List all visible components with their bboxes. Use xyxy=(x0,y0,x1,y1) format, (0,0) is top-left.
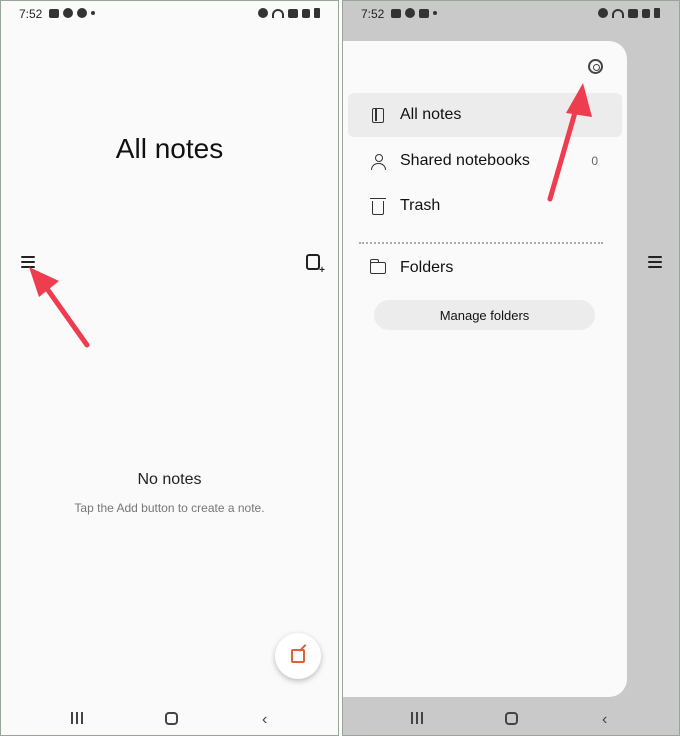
drawer-item-folders[interactable]: Folders xyxy=(348,246,622,290)
page-title: All notes xyxy=(115,133,224,164)
phone-icon xyxy=(77,8,87,18)
battery-icon xyxy=(654,8,660,18)
wifi-icon xyxy=(272,8,284,18)
recents-button[interactable] xyxy=(411,712,423,724)
navigation-drawer: All notes Shared notebooks 0 Trash Folde… xyxy=(343,41,627,697)
navigation-bar: ‹ xyxy=(1,703,338,733)
system-icons xyxy=(598,8,660,18)
annotation-arrow xyxy=(29,267,90,348)
phone-icon xyxy=(405,8,415,18)
signal-icon xyxy=(642,8,650,18)
message-icon xyxy=(419,8,429,18)
trash-icon xyxy=(370,197,386,215)
battery-icon xyxy=(314,8,320,18)
drawer-item-label: Folders xyxy=(400,259,454,276)
drawer-screen: 7:52 All notes Shared notebooks 0 Trash … xyxy=(342,0,680,736)
drawer-item-label: All notes xyxy=(400,106,462,123)
menu-icon[interactable] xyxy=(21,256,35,268)
status-bar: 7:52 xyxy=(343,1,679,27)
empty-state-subtitle: Tap the Add button to create a note. xyxy=(74,501,265,515)
notes-list-screen: 7:52 All notes No notes xyxy=(0,0,339,736)
image-icon xyxy=(391,8,401,18)
manage-folders-button[interactable]: Manage folders xyxy=(374,300,595,330)
pdf-add-icon[interactable] xyxy=(306,254,325,276)
notification-icons xyxy=(391,8,437,18)
compose-button[interactable] xyxy=(275,633,321,679)
message-icon xyxy=(49,8,59,18)
home-button[interactable] xyxy=(165,712,178,725)
status-bar: 7:52 xyxy=(1,1,338,27)
navigation-bar: ‹ xyxy=(343,703,679,733)
wifi-icon xyxy=(612,8,624,18)
menu-icon[interactable] xyxy=(648,256,662,268)
drawer-item-trash[interactable]: Trash xyxy=(348,184,622,228)
recents-button[interactable] xyxy=(71,712,83,724)
call-icon xyxy=(288,8,298,18)
empty-state-title: No notes xyxy=(137,471,202,488)
more-dot-icon xyxy=(433,11,437,15)
more-dot-icon xyxy=(91,11,95,15)
settings-icon[interactable] xyxy=(588,59,603,74)
drawer-item-all-notes[interactable]: All notes xyxy=(348,93,622,137)
back-button[interactable]: ‹ xyxy=(602,711,607,729)
drawer-item-shared-notebooks[interactable]: Shared notebooks 0 xyxy=(348,139,622,183)
signal-icon xyxy=(302,8,310,18)
screenshot-frame: 7:52 All notes No notes xyxy=(0,0,680,736)
status-time: 7:52 xyxy=(361,7,385,21)
compose-icon xyxy=(291,649,305,663)
folder-icon xyxy=(370,259,386,274)
drawer-divider xyxy=(359,242,603,244)
alarm-icon xyxy=(258,8,268,18)
system-icons xyxy=(258,8,320,18)
call-icon xyxy=(628,8,638,18)
drawer-item-label: Shared notebooks xyxy=(400,152,530,169)
back-button[interactable]: ‹ xyxy=(262,711,267,729)
notebook-icon xyxy=(372,107,384,123)
shared-notebooks-count: 0 xyxy=(591,154,598,168)
notification-icons xyxy=(49,8,95,18)
home-button[interactable] xyxy=(505,712,518,725)
status-time: 7:52 xyxy=(19,7,43,21)
chat-icon xyxy=(63,8,73,18)
alarm-icon xyxy=(598,8,608,18)
drawer-item-label: Trash xyxy=(400,197,441,214)
person-icon xyxy=(371,153,386,170)
